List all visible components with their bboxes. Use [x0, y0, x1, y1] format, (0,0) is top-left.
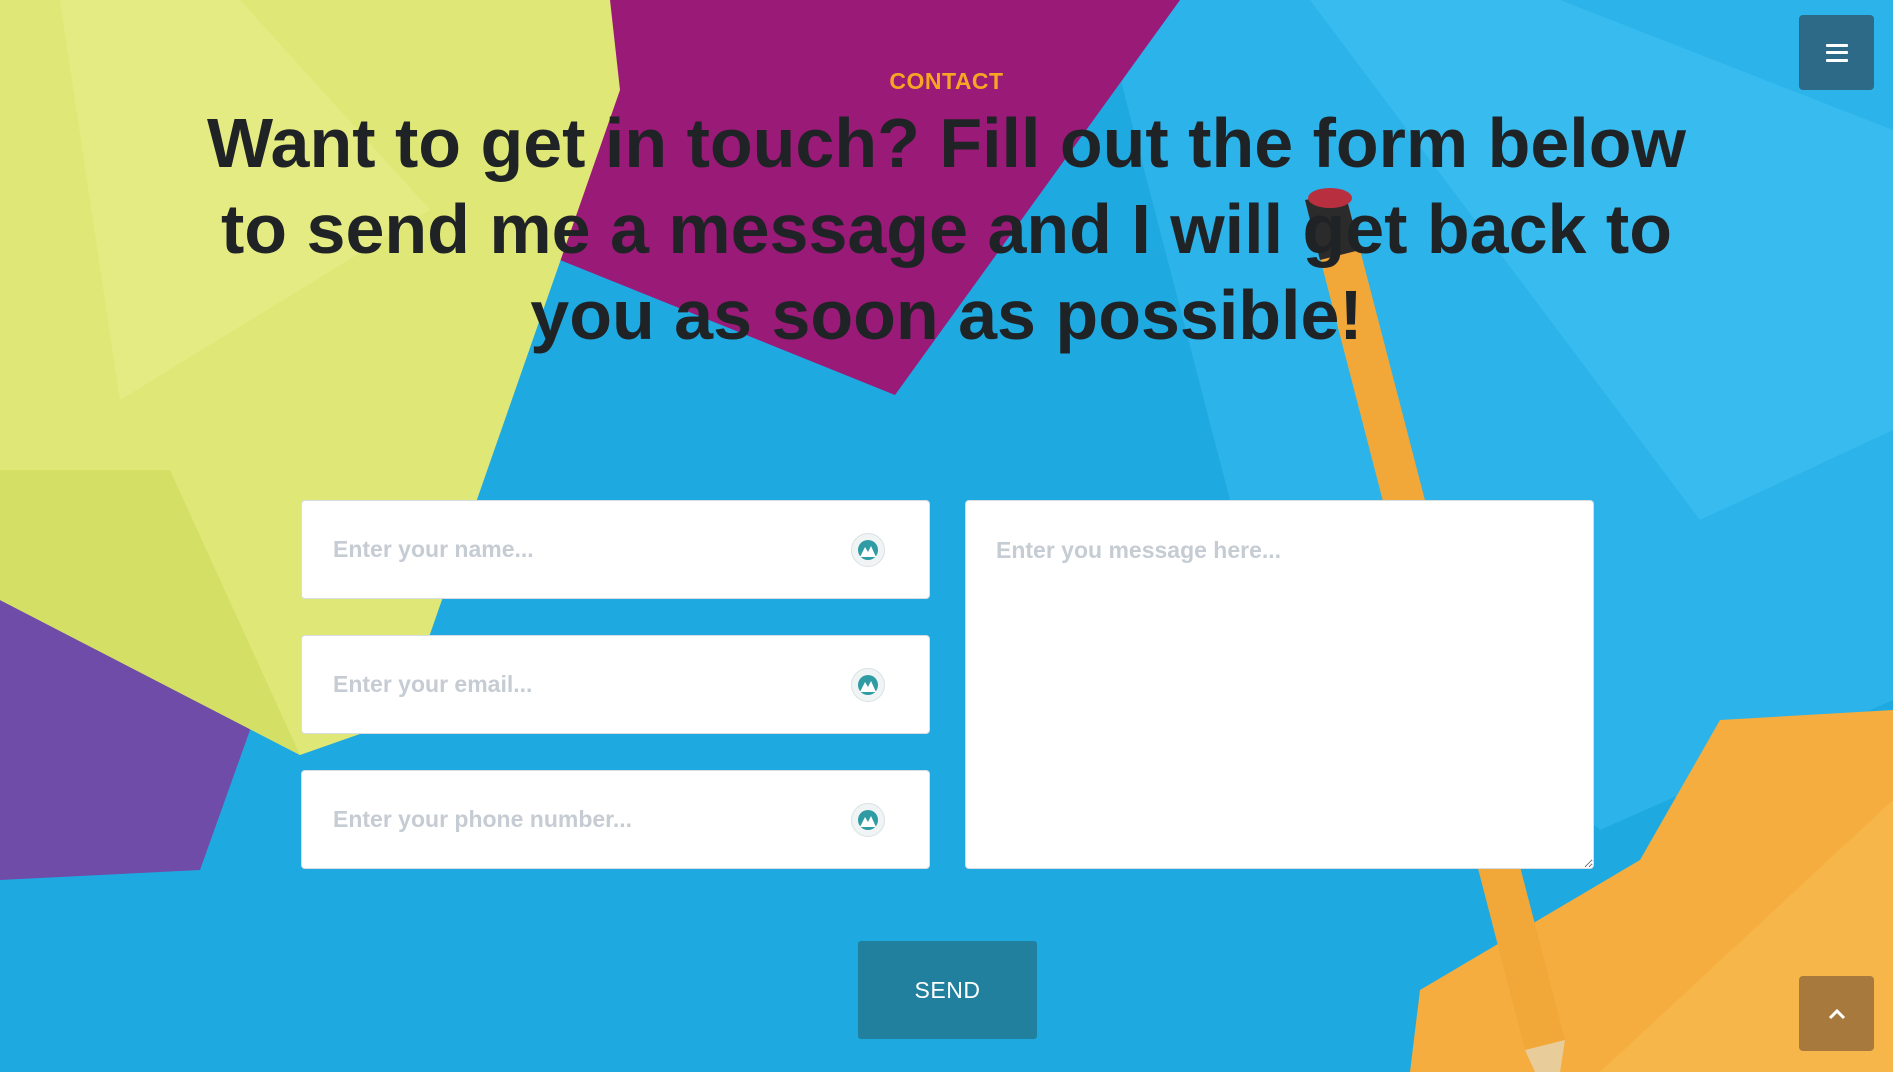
page-headline: Want to get in touch? Fill out the form … [207, 104, 1686, 354]
phone-input[interactable] [302, 771, 929, 868]
mountain-badge-icon [851, 667, 885, 702]
message-field[interactable] [965, 500, 1594, 869]
email-input[interactable] [302, 636, 929, 733]
hamburger-menu-icon [1825, 43, 1848, 62]
contact-page: CONTACT Want to get in touch? Fill out t… [0, 0, 1893, 1072]
send-button[interactable]: SEND [858, 941, 1037, 1039]
message-textarea[interactable] [966, 501, 1593, 868]
scroll-to-top-button[interactable] [1799, 976, 1874, 1051]
mountain-badge-icon [851, 532, 885, 567]
email-field[interactable] [301, 635, 930, 734]
chevron-up-icon [1828, 1008, 1845, 1019]
name-input[interactable] [302, 501, 929, 598]
section-eyebrow: CONTACT [889, 68, 1004, 94]
name-field[interactable] [301, 500, 930, 599]
phone-field[interactable] [301, 770, 930, 869]
mountain-badge-icon [851, 802, 885, 837]
